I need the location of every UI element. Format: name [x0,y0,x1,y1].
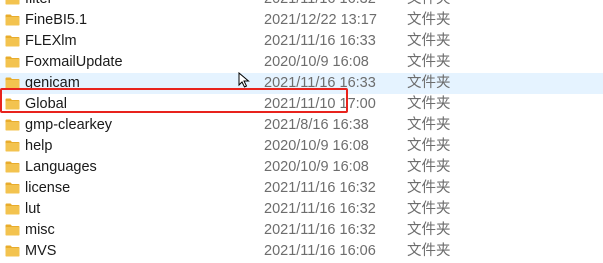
file-row-gmp-clearkey[interactable]: gmp-clearkey 2021/8/16 16:38 文件夹 [0,115,603,136]
modified-date: 2020/10/9 16:08 [264,138,369,154]
file-name: filter [25,0,52,10]
file-type: 文件夹 [407,75,451,91]
file-type: 文件夹 [407,12,451,28]
file-name: misc [25,222,55,238]
file-row-lut[interactable]: lut 2021/11/16 16:32 文件夹 [0,199,603,220]
modified-date: 2021/11/16 16:32 [264,222,376,238]
file-row-help[interactable]: help 2020/10/9 16:08 文件夹 [0,136,603,157]
modified-date: 2020/10/9 16:08 [264,54,369,70]
file-type: 文件夹 [407,0,451,10]
folder-icon [5,119,20,131]
folder-icon [5,161,20,173]
modified-date: 2020/10/9 16:08 [264,159,369,175]
folder-icon [5,245,20,257]
file-name: license [25,180,71,196]
folder-icon [5,56,20,68]
file-row-languages[interactable]: Languages 2020/10/9 16:08 文件夹 [0,157,603,178]
file-name: FoxmailUpdate [25,54,123,70]
file-name: genicam [25,75,80,91]
file-type: 文件夹 [407,159,451,175]
file-row-flexlm[interactable]: FLEXlm 2021/11/16 16:33 文件夹 [0,31,603,52]
folder-icon [5,182,20,194]
file-name: MVS [25,243,57,259]
modified-date: 2021/11/16 16:32 [264,180,376,196]
file-type: 文件夹 [407,54,451,70]
file-row-mvs[interactable]: MVS 2021/11/16 16:06 文件夹 [0,241,603,262]
folder-icon [5,98,20,110]
file-type: 文件夹 [407,138,451,154]
file-name: gmp-clearkey [25,117,113,133]
file-row-finebi5-1[interactable]: FineBI5.1 2021/12/22 13:17 文件夹 [0,10,603,31]
file-row-foxmailupdate[interactable]: FoxmailUpdate 2020/10/9 16:08 文件夹 [0,52,603,73]
file-name: FLEXlm [25,33,77,49]
file-name: help [25,138,53,154]
file-row-filter[interactable]: filter 2021/11/16 16:32 文件夹 [0,0,603,10]
modified-date: 2021/11/16 16:32 [264,0,376,10]
modified-date: 2021/8/16 16:38 [264,117,369,133]
file-name: FineBI5.1 [25,12,88,28]
file-type: 文件夹 [407,180,451,196]
folder-icon [5,0,20,5]
file-row-global[interactable]: Global 2021/11/10 17:00 文件夹 [0,94,603,115]
modified-date: 2021/11/16 16:33 [264,75,376,91]
file-name: Global [25,96,67,112]
modified-date: 2021/11/16 16:33 [264,33,376,49]
modified-date: 2021/11/10 17:00 [264,96,376,112]
folder-icon [5,203,20,215]
folder-icon [5,14,20,26]
file-list: filter 2021/11/16 16:32 文件夹 FineBI5.1 2021/1… [0,0,603,262]
file-row-license[interactable]: license 2021/11/16 16:32 文件夹 [0,178,603,199]
mouse-pointer-icon [238,72,250,88]
file-type: 文件夹 [407,201,451,217]
modified-date: 2021/11/16 16:32 [264,201,376,217]
modified-date: 2021/12/22 13:17 [264,12,377,28]
folder-icon [5,140,20,152]
file-row-genicam[interactable]: genicam 2021/11/16 16:33 文件夹 [0,73,603,94]
file-name: lut [25,201,41,217]
file-row-misc[interactable]: misc 2021/11/16 16:32 文件夹 [0,220,603,241]
file-type: 文件夹 [407,33,451,49]
file-type: 文件夹 [407,96,451,112]
file-type: 文件夹 [407,222,451,238]
file-type: 文件夹 [407,243,451,259]
file-type: 文件夹 [407,117,451,133]
folder-icon [5,224,20,236]
folder-icon [5,77,20,89]
modified-date: 2021/11/16 16:06 [264,243,376,259]
file-name: Languages [25,159,97,175]
folder-icon [5,35,20,47]
